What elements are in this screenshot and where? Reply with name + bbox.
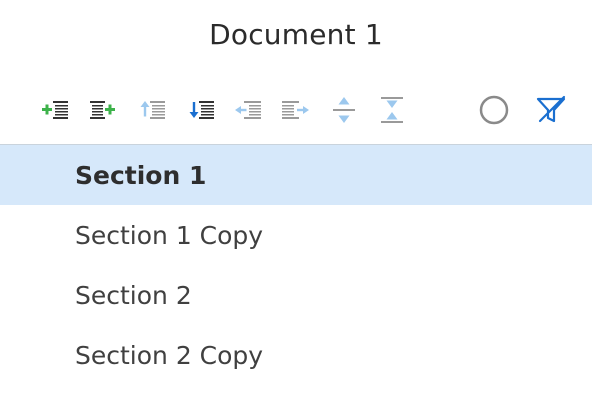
section-label: Section 1 xyxy=(75,160,207,190)
collapse-icon xyxy=(381,97,403,123)
collapse-all-button[interactable] xyxy=(376,94,408,126)
move-up-icon xyxy=(140,101,165,119)
indent-button[interactable] xyxy=(280,94,312,126)
move-down-button[interactable] xyxy=(185,94,217,126)
section-label: Section 1 Copy xyxy=(75,220,264,250)
outdent-button[interactable] xyxy=(232,94,264,126)
expand-all-button[interactable] xyxy=(328,94,360,126)
document-title: Document 1 xyxy=(209,18,383,51)
circle-icon xyxy=(479,95,509,125)
section-list: Section 1 Section 1 Copy Section 2 Secti… xyxy=(0,145,592,385)
add-section-after-button[interactable] xyxy=(87,94,119,126)
list-item[interactable]: Section 2 Copy xyxy=(0,325,592,385)
move-up-button[interactable] xyxy=(136,94,168,126)
move-down-icon xyxy=(189,101,214,119)
outline-toolbar xyxy=(0,88,592,132)
outdent-icon xyxy=(235,101,261,119)
list-item[interactable]: Section 1 xyxy=(0,145,592,205)
indent-icon xyxy=(282,101,309,119)
add-after-icon xyxy=(90,101,115,119)
circle-button[interactable] xyxy=(478,94,510,126)
add-section-before-button[interactable] xyxy=(39,94,71,126)
add-before-icon xyxy=(42,101,68,119)
list-item[interactable]: Section 1 Copy xyxy=(0,205,592,265)
section-label: Section 2 xyxy=(75,280,192,310)
expand-icon xyxy=(333,97,355,123)
clear-filter-button[interactable] xyxy=(535,94,567,126)
outline-panel: Document 1 Section 1 Section 1 Copy Sect… xyxy=(0,0,592,406)
filter-clear-icon xyxy=(536,95,566,123)
section-label: Section 2 Copy xyxy=(75,340,264,370)
list-item[interactable]: Section 2 xyxy=(0,265,592,325)
